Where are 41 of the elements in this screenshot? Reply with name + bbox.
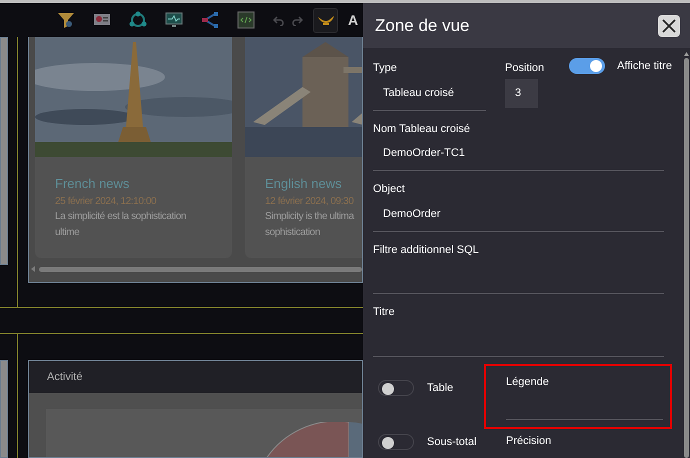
scrollbar[interactable] — [39, 266, 362, 272]
text-field[interactable]: DemoOrder-TC1 — [373, 137, 664, 171]
card-title: Activité — [47, 370, 82, 385]
news-title: French news — [55, 175, 130, 193]
toggle-switch[interactable] — [569, 58, 606, 74]
news-date: 12 février 2024, 09:30 — [265, 194, 354, 208]
field-label: Filtre additionnel SQL — [373, 242, 480, 258]
network-icon[interactable] — [129, 11, 147, 29]
close-icon — [662, 18, 676, 32]
field-label: Position — [505, 61, 544, 76]
news-text: Simplicity is the ultima — [265, 210, 356, 224]
close-button[interactable] — [658, 14, 680, 36]
news-text: La simplicité est la sophistication — [55, 210, 188, 224]
code-window-icon[interactable] — [237, 11, 255, 29]
text-field[interactable]: Tableau croisé — [373, 76, 486, 110]
field-label: Titre — [373, 305, 396, 320]
field-label: Nom Tableau croisé — [373, 122, 472, 136]
field-label: Précision — [505, 434, 552, 448]
toggle-label: Affiche titre — [617, 59, 672, 74]
monitor-icon[interactable] — [165, 11, 183, 29]
news-text: ultime — [55, 226, 80, 240]
news-date: 25 février 2024, 12:10:00 — [55, 194, 158, 208]
filter-icon[interactable] — [57, 11, 75, 29]
field-label: Object — [373, 182, 406, 197]
scrollbar-thumb[interactable] — [684, 58, 688, 458]
panel-title: Zone de vue — [375, 14, 470, 37]
field-label: Légende — [506, 374, 550, 390]
lamp-button[interactable] — [313, 8, 338, 32]
toggle-switch[interactable] — [378, 380, 414, 396]
lamp-icon — [316, 14, 334, 26]
news-title: English news — [265, 175, 343, 193]
toggle-switch[interactable] — [378, 434, 414, 450]
field-label: Type — [373, 61, 398, 76]
share-icon[interactable] — [201, 11, 219, 29]
number-field[interactable]: 3 — [505, 78, 538, 108]
toggle-label: Sous-total — [427, 435, 477, 450]
toggle-label: Table — [427, 380, 454, 396]
news-text: sophistication — [265, 226, 321, 240]
text-field[interactable]: DemoOrder — [373, 198, 664, 232]
scroll-up-icon[interactable] — [684, 52, 688, 56]
toolbar-label: A — [348, 10, 358, 30]
